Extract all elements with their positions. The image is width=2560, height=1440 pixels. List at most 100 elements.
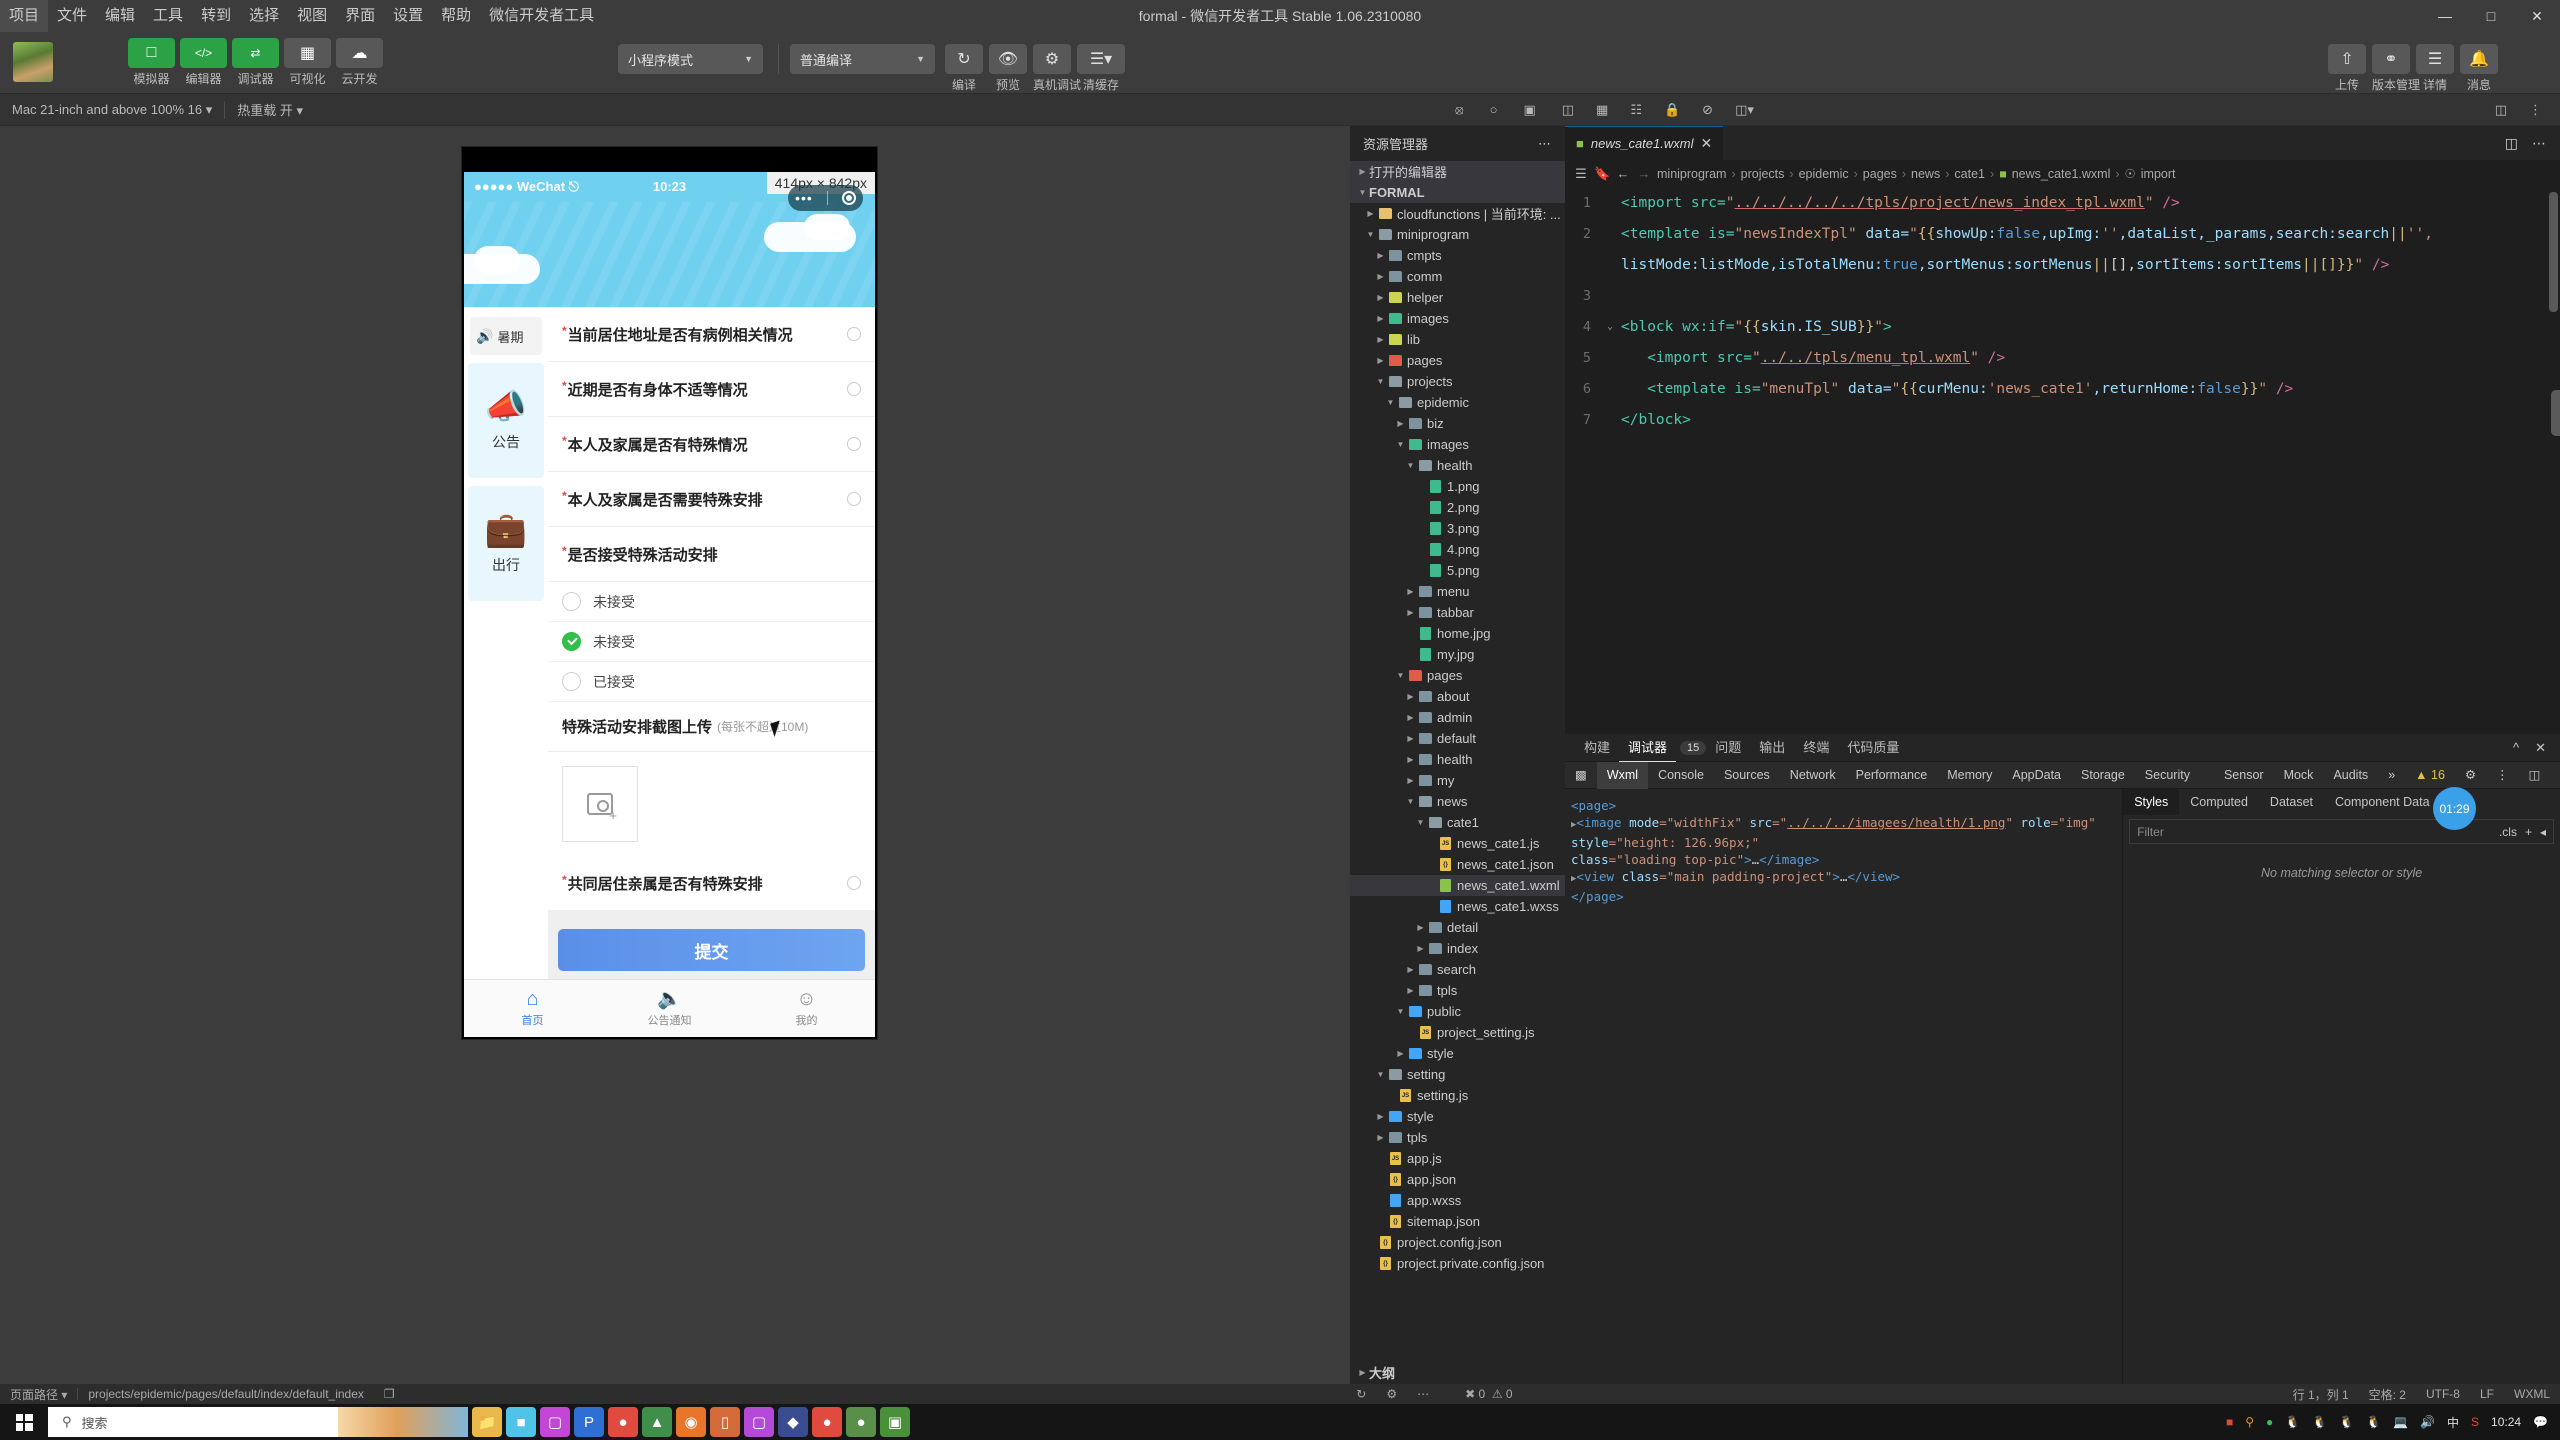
chevron-right-icon[interactable]: ▶ bbox=[1374, 272, 1387, 281]
table-icon[interactable]: ☷ bbox=[1630, 102, 1642, 118]
form-row[interactable]: * 是否接受特殊活动安排 bbox=[548, 527, 875, 582]
phone-icon[interactable]: □ bbox=[128, 38, 175, 68]
tree-file[interactable]: {} sitemap.json bbox=[1350, 1211, 1565, 1232]
qq-tray-icon[interactable]: 🐧 bbox=[2366, 1415, 2381, 1429]
tree-folder[interactable]: ▶ detail bbox=[1350, 917, 1565, 938]
tree-folder[interactable]: ▼ pages bbox=[1350, 665, 1565, 686]
qq-tray-icon[interactable]: 🐧 bbox=[2285, 1415, 2300, 1429]
radio-icon[interactable] bbox=[562, 592, 581, 611]
left-card-travel[interactable]: 💼 出行 bbox=[468, 486, 544, 601]
target-icon[interactable]: ⦻ bbox=[1455, 102, 1464, 118]
upload-icon[interactable]: ⇧ bbox=[2328, 44, 2366, 74]
minimize-icon[interactable]: ― bbox=[2422, 0, 2468, 32]
problems-counter[interactable]: ✖ 0 ⚠ 0 bbox=[1455, 1387, 1523, 1401]
tree-file[interactable]: JS project_setting.js bbox=[1350, 1022, 1565, 1043]
chevron-right-icon[interactable]: ▶ bbox=[1404, 965, 1417, 974]
chevron-right-icon[interactable]: ▶ bbox=[1404, 986, 1417, 995]
qq-tray-icon[interactable]: 🐧 bbox=[2312, 1415, 2327, 1429]
tree-file[interactable]: {} news_cate1.json bbox=[1350, 854, 1565, 875]
app-icon[interactable]: ▢ bbox=[744, 1407, 774, 1437]
wxml-tree-pane[interactable]: <page> ▶<image mode="widthFix" src="../.… bbox=[1565, 789, 2123, 1384]
chevron-right-icon[interactable]: ▶ bbox=[1414, 944, 1427, 953]
tree-file[interactable]: JS app.js bbox=[1350, 1148, 1565, 1169]
code-area[interactable]: 1 <import src= " ../../../../../tpls/projec… bbox=[1565, 187, 2560, 734]
chevron-right-icon[interactable]: ▶ bbox=[1404, 713, 1417, 722]
avatar[interactable] bbox=[13, 42, 53, 82]
refresh-icon[interactable]: ↻ bbox=[945, 44, 983, 74]
breadcrumb-1[interactable]: projects bbox=[1741, 167, 1785, 181]
cursor-position[interactable]: 行 1，列 1 bbox=[2283, 1386, 2359, 1403]
tree-folder[interactable]: ▶ tabbar bbox=[1350, 602, 1565, 623]
active-app-icon[interactable]: ▯ bbox=[710, 1407, 740, 1437]
layers-icon[interactable]: ☰▾ bbox=[1077, 44, 1125, 74]
radio-option[interactable]: 未接受 bbox=[548, 582, 875, 622]
tree-folder[interactable]: ▶ style bbox=[1350, 1043, 1565, 1064]
styles-tab-component-data[interactable]: Component Data bbox=[2324, 789, 2441, 815]
tree-folder[interactable]: ▶ health bbox=[1350, 749, 1565, 770]
app-icon[interactable]: ▲ bbox=[642, 1407, 672, 1437]
bell-icon[interactable]: 🔔 bbox=[2460, 44, 2498, 74]
sogou-icon[interactable]: S bbox=[2471, 1415, 2479, 1429]
eye-icon[interactable]: 👁 bbox=[989, 44, 1027, 74]
tree-folder[interactable]: ▶ default bbox=[1350, 728, 1565, 749]
code-line[interactable]: 6 <template is= "menuTpl" data= "{{curMenu… bbox=[1565, 373, 2560, 404]
chevron-right-icon[interactable]: ▶ bbox=[1394, 419, 1407, 428]
inspector-tab-sources[interactable]: Sources bbox=[1714, 762, 1780, 789]
list-icon[interactable]: ☰ bbox=[1573, 166, 1589, 182]
chevron-right-icon[interactable]: ▶ bbox=[1374, 314, 1387, 323]
code-icon[interactable]: </> bbox=[180, 38, 227, 68]
upload-box[interactable] bbox=[562, 766, 638, 842]
devtools-tab-problems[interactable]: 问题 bbox=[1706, 734, 1750, 762]
wxml-line[interactable]: ▶<image mode="widthFix" src="../../../im… bbox=[1571, 814, 2116, 851]
code-line[interactable]: 2 <template is= "newsIndexTpl" data= "{{sho… bbox=[1565, 218, 2560, 249]
notification-icon[interactable]: 💬 bbox=[2533, 1415, 2548, 1429]
tree-folder[interactable]: ▼ health bbox=[1350, 455, 1565, 476]
split-icon[interactable]: ◫ bbox=[1562, 102, 1574, 118]
explorer-icon[interactable]: 📁 bbox=[472, 1407, 502, 1437]
devtools-tab-terminal[interactable]: 终端 bbox=[1794, 734, 1838, 762]
toggle-panel-icon[interactable]: ◂ bbox=[2540, 825, 2546, 839]
start-button[interactable] bbox=[0, 1413, 48, 1431]
notice-banner[interactable]: 🔊 暑期 bbox=[470, 317, 542, 355]
tree-folder[interactable]: ▶ cmpts bbox=[1350, 245, 1565, 266]
app-icon[interactable]: ▣ bbox=[880, 1407, 910, 1437]
tree-folder[interactable]: ▶ my bbox=[1350, 770, 1565, 791]
chevron-down-icon[interactable]: ▼ bbox=[1414, 818, 1427, 827]
breadcrumb-2[interactable]: epidemic bbox=[1799, 167, 1849, 181]
editor-tab-news-cate1-wxml[interactable]: ■ news_cate1.wxml ✕ bbox=[1565, 126, 1724, 160]
workspace-root-row[interactable]: ▼ FORMAL bbox=[1350, 182, 1565, 203]
devtools-tab-code-quality[interactable]: 代码质量 bbox=[1838, 734, 1908, 762]
mode-select[interactable]: 小程序模式 ▼ bbox=[618, 44, 763, 74]
tree-file[interactable]: 5.png bbox=[1350, 560, 1565, 581]
tree-folder[interactable]: ▶ menu bbox=[1350, 581, 1565, 602]
inspector-tab-sensor[interactable]: Sensor bbox=[2214, 762, 2274, 789]
code-line[interactable]: 4 ⌄ <block wx:if= "{{skin.IS_SUB}} " > bbox=[1565, 311, 2560, 342]
inspector-tab-console[interactable]: Console bbox=[1648, 762, 1714, 789]
bug-icon[interactable]: ⚙ bbox=[1033, 44, 1071, 74]
tree-file[interactable]: JS news_cate1.js bbox=[1350, 833, 1565, 854]
tree-file[interactable]: news_cate1.wxml bbox=[1350, 875, 1565, 896]
tree-folder[interactable]: ▶ pages bbox=[1350, 350, 1565, 371]
chevron-right-icon[interactable]: ▶ bbox=[1404, 587, 1417, 596]
inspector-tab-wxml[interactable]: Wxml bbox=[1596, 761, 1649, 789]
fold-chevron-icon[interactable]: ⌄ bbox=[1607, 321, 1621, 332]
chevron-down-icon[interactable]: ▼ bbox=[1394, 1007, 1407, 1016]
chevron-right-icon[interactable]: ▶ bbox=[1374, 1133, 1387, 1142]
bookmark-icon[interactable]: 🔖 bbox=[1594, 166, 1610, 182]
tree-file[interactable]: {} project.config.json bbox=[1350, 1232, 1565, 1253]
tree-file[interactable]: app.wxss bbox=[1350, 1190, 1565, 1211]
styles-tab-computed[interactable]: Computed bbox=[2179, 789, 2259, 815]
tree-file[interactable]: 2.png bbox=[1350, 497, 1565, 518]
breadcrumb-7[interactable]: import bbox=[2141, 167, 2176, 181]
tree-file[interactable]: JS setting.js bbox=[1350, 1085, 1565, 1106]
chevron-right-icon[interactable]: ▶ bbox=[1414, 923, 1427, 932]
copy-icon[interactable]: ❐ bbox=[374, 1387, 405, 1401]
breadcrumb-4[interactable]: news bbox=[1911, 167, 1940, 181]
more-tabs-icon[interactable]: » bbox=[2378, 762, 2405, 789]
tree-file[interactable]: home.jpg bbox=[1350, 623, 1565, 644]
tree-folder[interactable]: ▼ cate1 bbox=[1350, 812, 1565, 833]
more-dots-icon[interactable]: ••• bbox=[795, 190, 813, 206]
tree-folder[interactable]: ▶ style bbox=[1350, 1106, 1565, 1127]
inspector-tab-network[interactable]: Network bbox=[1780, 762, 1846, 789]
menu-item-8[interactable]: 设置 bbox=[384, 0, 432, 32]
